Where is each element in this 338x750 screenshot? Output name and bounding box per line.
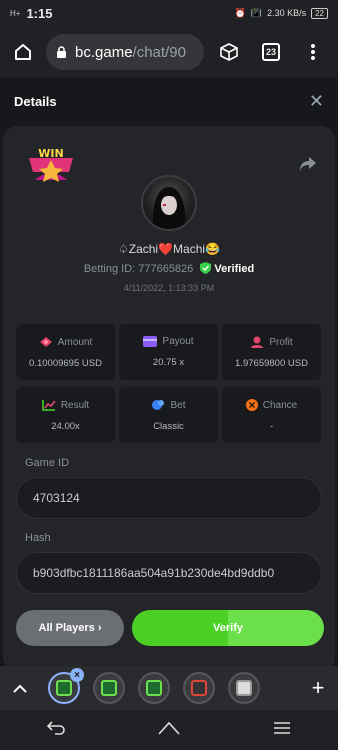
betting-id: Betting ID: 777665826 (83, 263, 194, 275)
stat-amount-label: Amount (16, 336, 115, 348)
net-speed: 2.30 KB/s (267, 8, 307, 18)
tab-strip: × + (0, 666, 338, 710)
hash-field[interactable]: b903dfbc1811186aa504a91b230de4bd9ddb0 (16, 552, 322, 594)
stat-chance-value: - (269, 421, 274, 432)
dialog-title: Details (14, 93, 57, 109)
win-badge-icon: WIN (29, 147, 73, 182)
home-button[interactable] (8, 37, 38, 67)
stat-payout-label: Payout (119, 336, 218, 347)
more-menu-button[interactable] (296, 35, 330, 69)
bc-game-favicon (146, 680, 162, 696)
hash-label: Hash (25, 532, 51, 544)
stat-result-label: Result (16, 399, 115, 411)
stat-profit: Profit 1.97659800 USD (222, 324, 321, 380)
stat-result: Result 24.00x (16, 387, 115, 443)
browser-toolbar: bc.game/chat/90 23 (0, 26, 338, 78)
status-bar: H+ 1:15 ⏰ 📳 2.30 KB/s 22 (0, 0, 338, 26)
site-favicon (191, 680, 207, 696)
verified-shield-icon (200, 262, 212, 274)
tab-thumb-active[interactable]: × (48, 668, 84, 704)
system-nav-bar (0, 710, 338, 750)
avatar-image (152, 187, 186, 229)
stat-profit-value: 1.97659800 USD (235, 358, 308, 369)
share-icon (300, 157, 316, 171)
back-icon (46, 720, 65, 735)
stat-profit-label: Profit (222, 336, 321, 348)
status-right: ⏰ 📳 2.30 KB/s 22 (234, 7, 328, 19)
stat-payout-value: 20.75 x (152, 357, 185, 368)
all-players-button[interactable]: All Players › (16, 610, 124, 646)
amount-icon (39, 337, 52, 347)
stat-bet-value: Classic (153, 421, 184, 432)
stat-amount-value: 0.10009695 USD (29, 358, 102, 369)
chevron-up-icon (13, 684, 27, 693)
stat-chance: Chance - (222, 387, 321, 443)
verify-button[interactable]: Verify (132, 610, 324, 646)
close-button[interactable]: ✕ (309, 91, 324, 112)
game-id-label: Game ID (25, 457, 70, 469)
result-icon (42, 400, 56, 411)
url-path: /chat/90 (132, 43, 186, 61)
stat-bet-label: Bet (119, 399, 218, 411)
extension-button[interactable] (212, 35, 246, 69)
bc-game-favicon (56, 680, 72, 696)
vibrate-icon: 📳 (250, 7, 263, 18)
stat-payout: Payout 20.75 x (119, 324, 218, 380)
status-time: 1:15 (26, 5, 53, 21)
details-panel: WIN ♤Zachi❤️Machi😂 Betting ID: 777665826… (3, 126, 335, 666)
bet-icon (152, 400, 165, 410)
home-nav-button[interactable] (158, 721, 180, 740)
avatar (141, 175, 197, 231)
more-vertical-icon (311, 44, 315, 60)
home-icon (15, 44, 31, 60)
lock-icon (57, 45, 66, 58)
tab-thumb[interactable] (228, 672, 260, 704)
win-badge: WIN (25, 144, 77, 186)
page-content: Details ✕ WIN ♤Zachi❤️Machi😂 Betting ID:… (0, 78, 338, 666)
stat-chance-label: Chance (222, 399, 321, 411)
site-favicon (236, 680, 252, 696)
home-nav-icon (158, 721, 180, 735)
tab-count: 23 (262, 43, 280, 61)
share-button[interactable] (299, 156, 317, 177)
stat-bet: Bet Classic (119, 387, 218, 443)
close-tab-icon[interactable]: × (70, 668, 84, 682)
game-id-field[interactable]: 4703124 (16, 477, 322, 519)
stat-result-value: 24.00x (51, 421, 80, 432)
betting-line: Betting ID: 777665826 Verified (3, 262, 335, 275)
menu-lines-icon (274, 721, 291, 734)
cube-icon (220, 43, 238, 61)
tab-thumb[interactable] (93, 672, 125, 704)
profit-icon (251, 336, 264, 348)
back-button[interactable] (46, 720, 65, 740)
chance-icon (245, 399, 258, 411)
bet-date: 4/11/2022, 1:13:33 PM (123, 283, 215, 293)
recents-button[interactable] (273, 721, 291, 740)
tab-thumb[interactable] (138, 672, 170, 704)
new-tab-button[interactable]: + (298, 675, 338, 701)
tab-thumb[interactable] (183, 672, 215, 704)
expand-tabs-button[interactable] (0, 684, 40, 693)
dialog-header: Details ✕ (0, 78, 338, 124)
battery-indicator: 22 (311, 7, 328, 19)
alarm-icon: ⏰ (234, 7, 246, 18)
bc-game-favicon (101, 680, 117, 696)
stat-amount: Amount 0.10009695 USD (16, 324, 115, 380)
username: ♤Zachi❤️Machi😂 (118, 242, 220, 256)
address-bar[interactable]: bc.game/chat/90 (46, 34, 204, 70)
win-badge-text: WIN (38, 147, 63, 160)
signal-indicator: H+ (10, 8, 21, 18)
verified-label: Verified (214, 263, 255, 275)
tab-switcher-button[interactable]: 23 (254, 35, 288, 69)
url-domain: bc.game (75, 43, 133, 61)
payout-icon (143, 336, 158, 347)
